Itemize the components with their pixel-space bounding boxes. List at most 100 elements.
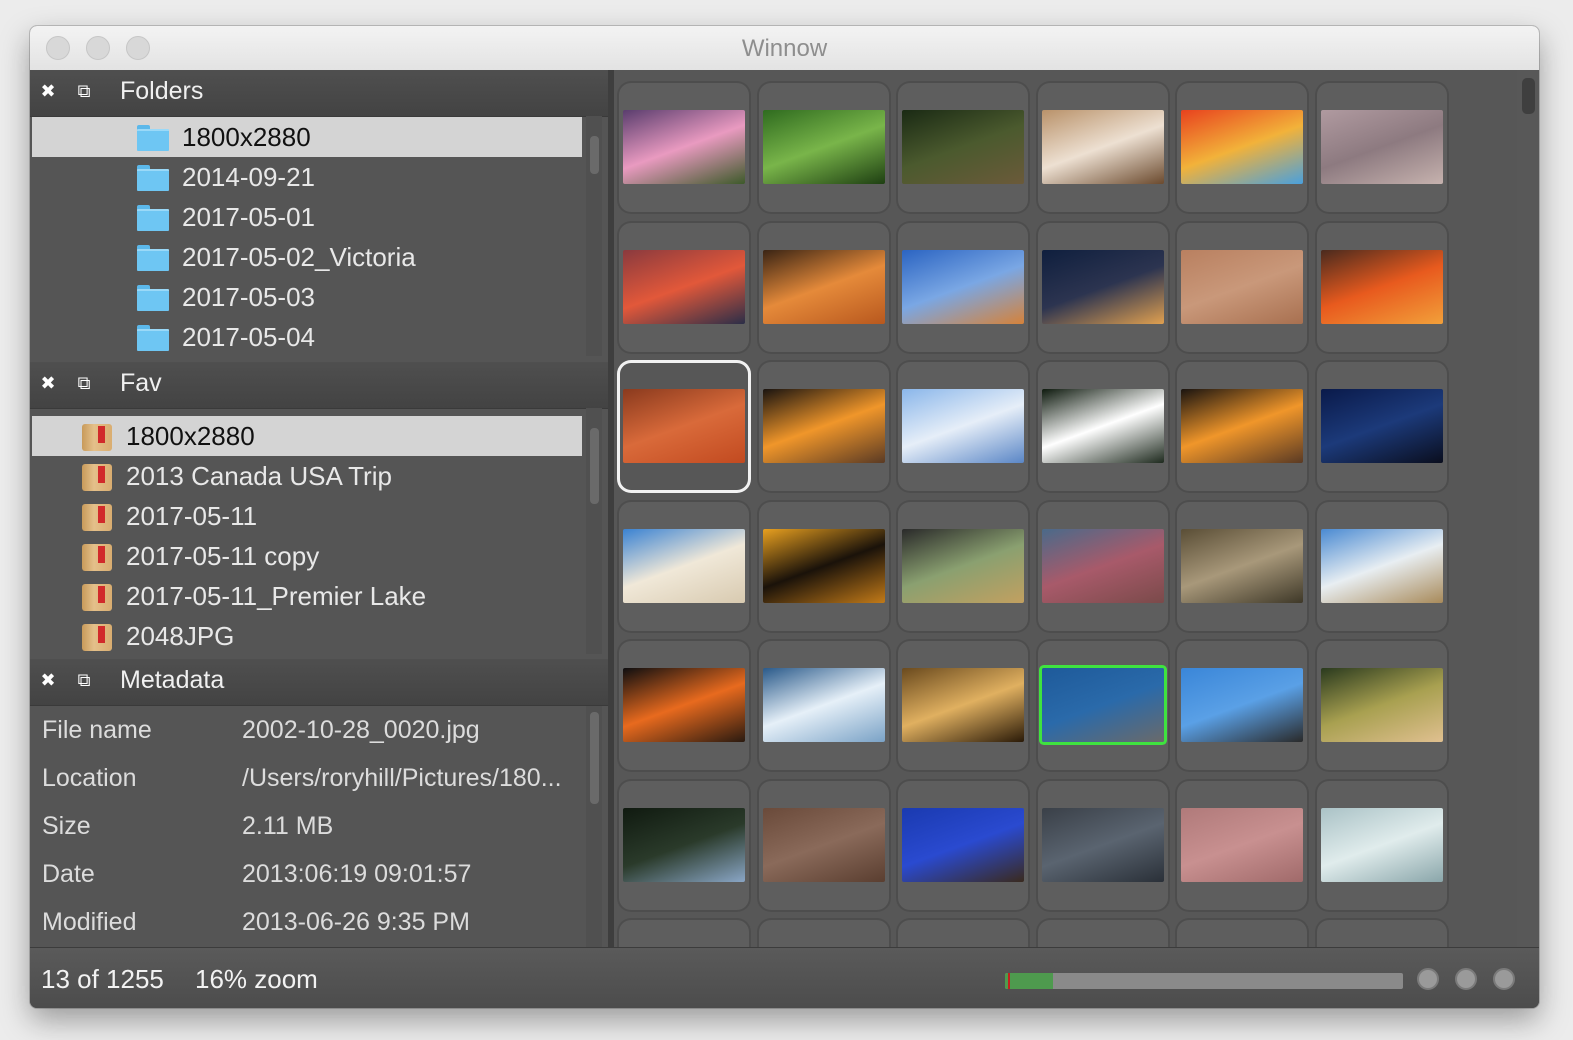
thumbnail-cell[interactable]	[1035, 639, 1170, 772]
thumbnail-cell[interactable]	[896, 220, 1031, 354]
status-indicator-2[interactable]	[1455, 968, 1477, 990]
thumbnail-cell[interactable]	[756, 499, 891, 633]
folders-scrollbar[interactable]	[586, 116, 602, 356]
thumbnail-cell[interactable]	[617, 360, 751, 493]
thumbnail-image[interactable]	[902, 249, 1025, 324]
fav-item[interactable]: 2017-05-11 copy	[32, 536, 582, 576]
thumbnail-cell[interactable]	[756, 360, 891, 493]
thumbnail-image[interactable]	[762, 668, 885, 742]
thumbnail-cell[interactable]	[896, 639, 1031, 772]
thumbnail-image[interactable]	[623, 389, 745, 463]
status-indicator-1[interactable]	[1417, 968, 1439, 990]
thumbnail-cell[interactable]	[1175, 639, 1310, 772]
fav-item[interactable]: 1800x2880	[32, 416, 582, 456]
thumbnail-cell[interactable]	[617, 918, 751, 947]
grid-scroll-thumb[interactable]	[1522, 78, 1535, 114]
thumbnail-image[interactable]	[1181, 389, 1304, 463]
thumbnail-cell[interactable]	[1175, 499, 1310, 633]
thumbnail-image[interactable]	[762, 807, 885, 882]
thumbnail-cell[interactable]	[756, 918, 891, 947]
close-icon[interactable]: ✖	[38, 373, 58, 393]
thumbnail-cell[interactable]	[756, 639, 891, 772]
thumbnail-cell[interactable]	[1035, 778, 1170, 912]
thumbnail-image[interactable]	[1041, 668, 1164, 742]
thumbnail-image[interactable]	[762, 249, 885, 324]
thumbnail-image[interactable]	[1181, 528, 1304, 603]
grid-scrollbar[interactable]	[1517, 70, 1539, 947]
thumbnail-image[interactable]	[1321, 528, 1443, 603]
thumbnail-cell[interactable]	[1035, 499, 1170, 633]
thumbnail-image[interactable]	[1181, 668, 1304, 742]
folder-item[interactable]: 2017-05-04	[32, 317, 582, 356]
thumbnail-cell[interactable]	[617, 220, 751, 354]
thumbnail-cell[interactable]	[617, 81, 751, 214]
thumbnail-image[interactable]	[762, 528, 885, 603]
float-panel-icon[interactable]: ⧉	[74, 81, 94, 101]
thumbnail-cell[interactable]	[1035, 220, 1170, 354]
metadata-scroll-thumb[interactable]	[590, 712, 599, 804]
thumbnail-cell[interactable]	[1175, 918, 1310, 947]
thumbnail-cell[interactable]	[1315, 499, 1449, 633]
thumbnail-image[interactable]	[902, 668, 1025, 742]
fav-scrollbar[interactable]	[586, 408, 602, 654]
thumbnail-image[interactable]	[1041, 249, 1164, 324]
thumbnail-image[interactable]	[902, 389, 1025, 463]
thumbnail-image[interactable]	[1321, 110, 1443, 184]
close-icon[interactable]: ✖	[38, 670, 58, 690]
thumbnail-cell[interactable]	[1315, 778, 1449, 912]
thumbnail-image[interactable]	[1041, 528, 1164, 603]
thumbnail-cell[interactable]	[896, 918, 1031, 947]
thumbnail-image[interactable]	[623, 528, 745, 603]
thumbnail-image[interactable]	[623, 249, 745, 324]
thumbnail-image[interactable]	[1181, 249, 1304, 324]
thumbnail-image[interactable]	[1321, 389, 1443, 463]
thumbnail-cell[interactable]	[756, 220, 891, 354]
thumbnail-image[interactable]	[902, 807, 1025, 882]
thumbnail-cell[interactable]	[896, 778, 1031, 912]
thumbnail-cell[interactable]	[617, 499, 751, 633]
thumbnail-image[interactable]	[1041, 110, 1164, 184]
thumbnail-image[interactable]	[762, 389, 885, 463]
fav-scroll-thumb[interactable]	[590, 428, 599, 504]
thumbnail-image[interactable]	[1041, 389, 1164, 463]
thumbnail-image[interactable]	[902, 110, 1025, 184]
folder-item[interactable]: 2017-05-02_Victoria	[32, 237, 582, 277]
thumbnail-image[interactable]	[1321, 249, 1443, 324]
thumbnail-image[interactable]	[762, 110, 885, 184]
folder-item[interactable]: 2017-05-01	[32, 197, 582, 237]
thumbnail-image[interactable]	[1041, 807, 1164, 882]
thumbnail-cell[interactable]	[1315, 360, 1449, 493]
thumbnail-cell[interactable]	[896, 81, 1031, 214]
thumbnail-image[interactable]	[623, 110, 745, 184]
thumbnail-cell[interactable]	[896, 499, 1031, 633]
status-indicator-3[interactable]	[1493, 968, 1515, 990]
thumbnail-image[interactable]	[623, 807, 745, 882]
thumbnail-image[interactable]	[1321, 668, 1443, 742]
folder-item[interactable]: 1800x2880	[32, 117, 582, 157]
thumbnail-cell[interactable]	[1175, 220, 1310, 354]
folder-item[interactable]: 2017-05-03	[32, 277, 582, 317]
thumbnail-image[interactable]	[1321, 807, 1443, 882]
thumbnail-cell[interactable]	[1315, 918, 1449, 947]
thumbnail-cell[interactable]	[617, 639, 751, 772]
fav-item[interactable]: 2017-05-11_Premier Lake	[32, 576, 582, 616]
folder-item[interactable]: 2014-09-21	[32, 157, 582, 197]
thumbnail-cell[interactable]	[1035, 918, 1170, 947]
thumbnail-cell[interactable]	[1035, 360, 1170, 493]
thumbnail-cell[interactable]	[896, 360, 1031, 493]
thumbnail-cell[interactable]	[617, 778, 751, 912]
thumbnail-cell[interactable]	[1315, 639, 1449, 772]
float-panel-icon[interactable]: ⧉	[74, 373, 94, 393]
float-panel-icon[interactable]: ⧉	[74, 670, 94, 690]
thumbnail-image[interactable]	[623, 668, 745, 742]
thumbnail-cell[interactable]	[1035, 81, 1170, 214]
thumbnail-image[interactable]	[1181, 807, 1304, 882]
thumbnail-cell[interactable]	[1175, 81, 1310, 214]
thumbnail-image[interactable]	[902, 528, 1025, 603]
thumbnail-cell[interactable]	[1175, 778, 1310, 912]
close-icon[interactable]: ✖	[38, 81, 58, 101]
thumbnail-cell[interactable]	[756, 81, 891, 214]
thumbnail-cell[interactable]	[1315, 220, 1449, 354]
thumbnail-image[interactable]	[1181, 110, 1304, 184]
folders-scroll-thumb[interactable]	[590, 136, 599, 174]
